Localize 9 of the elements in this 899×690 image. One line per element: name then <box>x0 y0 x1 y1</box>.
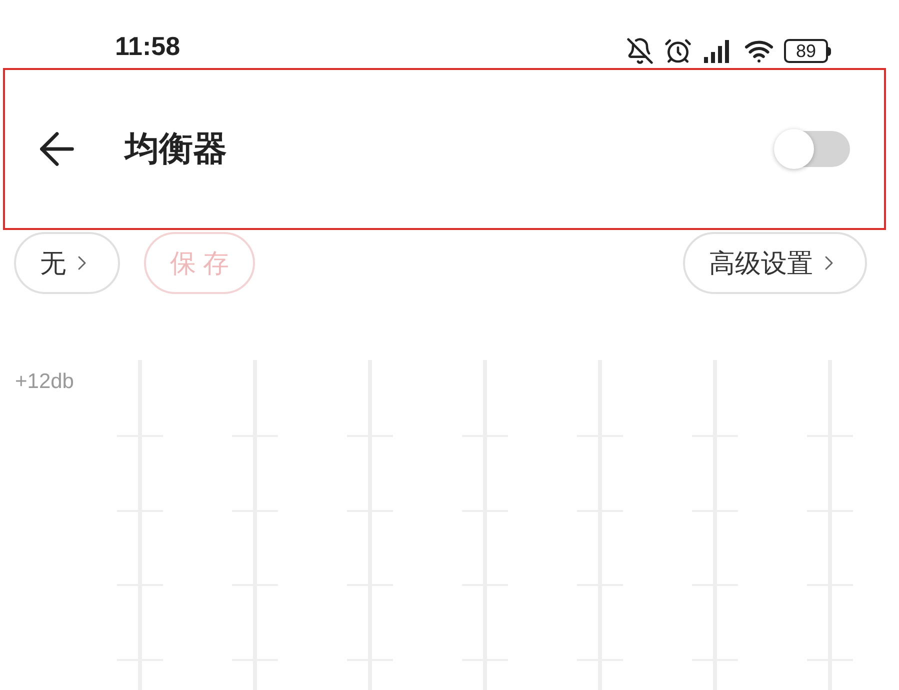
page-title: 均衡器 <box>125 128 227 170</box>
battery-indicator: 89 <box>784 39 831 64</box>
gain-label: +12db <box>15 369 74 395</box>
status-time: 11:58 <box>115 30 180 64</box>
preset-button[interactable]: 无 <box>14 232 120 294</box>
advanced-settings-button[interactable]: 高级设置 <box>683 232 867 294</box>
alarm-clock-icon <box>664 37 692 66</box>
equalizer-switch[interactable] <box>776 131 850 168</box>
bell-off-icon <box>626 37 654 66</box>
